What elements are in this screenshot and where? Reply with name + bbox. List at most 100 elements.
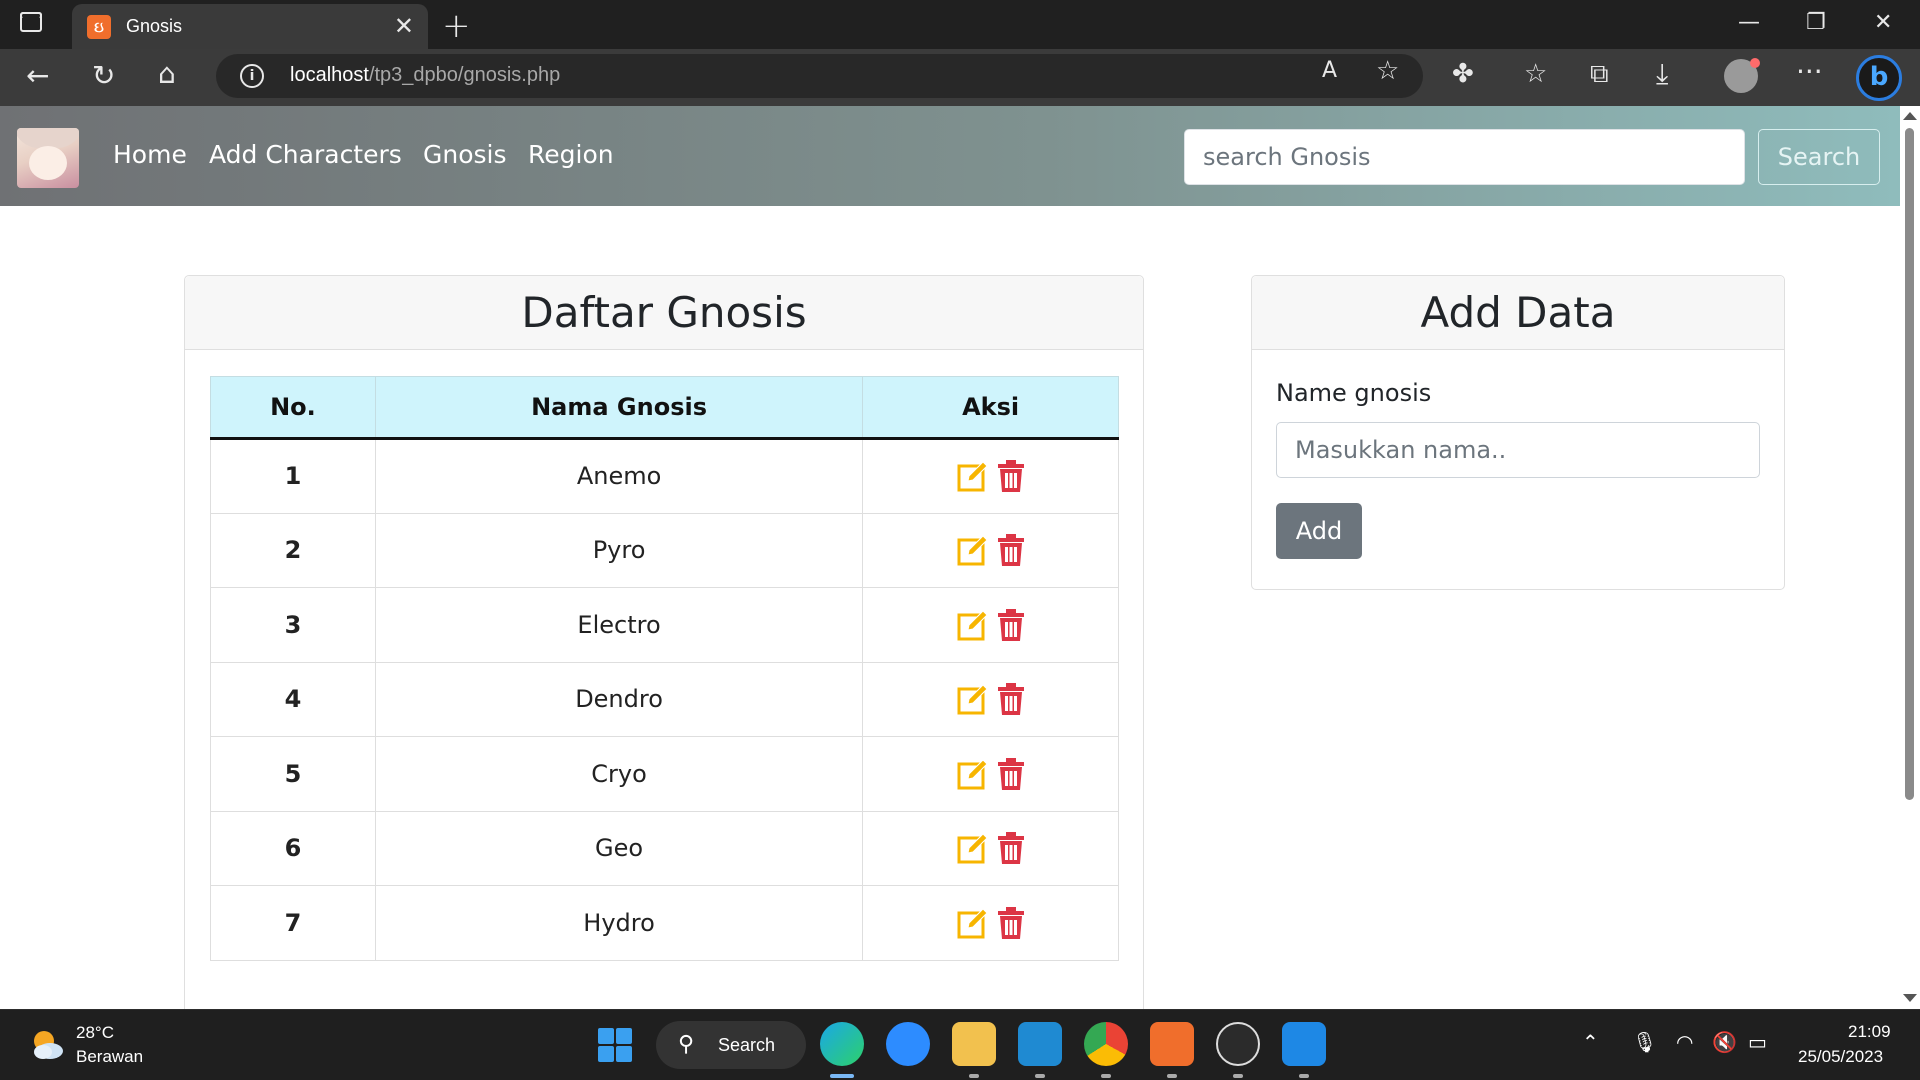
edit-icon[interactable] — [957, 534, 989, 566]
clock-date[interactable]: 25/05/2023 — [1798, 1047, 1883, 1067]
partly-cloudy-icon[interactable] — [30, 1027, 64, 1061]
delete-icon[interactable] — [997, 906, 1025, 939]
site-info-icon[interactable]: i — [240, 64, 264, 88]
collections-icon[interactable]: ⧉ — [1590, 59, 1609, 90]
new-tab-icon[interactable]: + — [442, 6, 471, 46]
nav-gnosis[interactable]: Gnosis — [423, 140, 507, 169]
edit-icon[interactable] — [957, 907, 989, 939]
edge-active-indicator — [830, 1074, 854, 1078]
page-scrollbar[interactable] — [1900, 106, 1920, 1009]
back-icon[interactable]: ← — [26, 59, 49, 92]
delete-icon[interactable] — [997, 460, 1025, 493]
taskbar-search[interactable]: ⚲ Search — [656, 1021, 806, 1069]
edge-app-icon[interactable] — [820, 1022, 864, 1066]
table-row: 3 Electro — [210, 587, 1119, 663]
profile-notification-dot — [1750, 58, 1760, 68]
gnosis-table-body: 1 Anemo 2 Pyro 3 Electro 4 Dendro 5 Cryo 6 Geo 7 Hydr… — [210, 438, 1119, 961]
edit-icon[interactable] — [957, 832, 989, 864]
minimize-icon[interactable]: — — [1738, 10, 1760, 35]
edit-icon[interactable] — [957, 609, 989, 641]
row-gnosis-name: Cryo — [374, 736, 864, 812]
add-data-header: Add Data — [1252, 276, 1784, 350]
vscode-indicator — [1035, 1074, 1045, 1078]
edit-icon[interactable] — [957, 758, 989, 790]
scroll-thumb[interactable] — [1905, 128, 1914, 800]
gnosis-table: No. Nama Gnosis Aksi 1 Anemo 2 Pyro 3 Electro… — [210, 376, 1119, 961]
delete-icon[interactable] — [997, 608, 1025, 641]
extensions-icon[interactable]: ✤ — [1452, 59, 1474, 89]
add-button[interactable]: Add — [1276, 503, 1362, 559]
address-host: localhost — [290, 64, 369, 86]
add-data-title: Add Data — [1420, 288, 1616, 337]
delete-icon[interactable] — [997, 683, 1025, 716]
restore-icon[interactable]: ❐ — [1806, 10, 1826, 35]
file-explorer-icon[interactable] — [952, 1022, 996, 1066]
row-actions — [862, 512, 1119, 588]
add-favorite-icon[interactable]: ☆ — [1376, 56, 1399, 86]
wifi-icon[interactable]: ◠ — [1676, 1030, 1693, 1054]
nav-home[interactable]: Home — [113, 140, 187, 169]
scroll-down-icon[interactable] — [1903, 994, 1917, 1002]
row-gnosis-name: Hydro — [374, 885, 864, 961]
weather-condition: Berawan — [76, 1047, 144, 1066]
table-row: 1 Anemo — [210, 438, 1119, 514]
gnosis-list-header: Daftar Gnosis — [185, 276, 1143, 350]
battery-icon[interactable]: ▭ — [1748, 1030, 1767, 1054]
obs-app-icon[interactable] — [1216, 1022, 1260, 1066]
column-header-aksi: Aksi — [862, 376, 1119, 440]
address-text[interactable]: localhost/tp3_dpbo/gnosis.php — [290, 64, 560, 87]
row-number: 2 — [210, 512, 376, 588]
edit-icon[interactable] — [957, 683, 989, 715]
nav-add-characters[interactable]: Add Characters — [209, 140, 402, 169]
search-input[interactable] — [1184, 129, 1745, 185]
xampp-favicon-icon: ઇ — [87, 15, 111, 39]
browser-tab[interactable]: ઇ Gnosis ✕ — [72, 4, 428, 49]
gnosis-list-title: Daftar Gnosis — [521, 288, 807, 337]
media-player-icon[interactable] — [1282, 1022, 1326, 1066]
volume-muted-icon[interactable]: 🔇 — [1712, 1030, 1737, 1054]
close-tab-icon[interactable]: ✕ — [394, 12, 414, 40]
more-menu-icon[interactable]: ··· — [1796, 55, 1823, 88]
nav-region[interactable]: Region — [528, 140, 614, 169]
scroll-up-icon[interactable] — [1903, 112, 1917, 120]
table-row: 5 Cryo — [210, 736, 1119, 812]
edit-icon[interactable] — [957, 460, 989, 492]
chrome-indicator — [1101, 1074, 1111, 1078]
delete-icon[interactable] — [997, 534, 1025, 567]
browser-toolbar: ← ↻ ⌂ i localhost/tp3_dpbo/gnosis.php A … — [0, 49, 1920, 106]
home-icon[interactable]: ⌂ — [158, 57, 176, 90]
bing-copilot-icon[interactable]: b — [1856, 55, 1902, 101]
weather-temp: 28°C — [76, 1023, 114, 1042]
delete-icon[interactable] — [997, 757, 1025, 790]
row-number: 1 — [210, 438, 376, 514]
clock-time[interactable]: 21:09 — [1848, 1022, 1891, 1042]
row-actions — [862, 810, 1119, 886]
favorites-icon[interactable]: ☆ — [1524, 59, 1547, 89]
row-actions — [862, 587, 1119, 663]
tab-actions-icon[interactable] — [20, 12, 48, 38]
file-explorer-indicator — [969, 1074, 979, 1078]
vscode-app-icon[interactable] — [1018, 1022, 1062, 1066]
site-logo[interactable] — [17, 128, 79, 188]
windows-start-icon[interactable] — [598, 1028, 634, 1064]
add-data-card: Add Data Name gnosis Add — [1251, 275, 1785, 590]
taskbar-search-label: Search — [718, 1035, 776, 1055]
read-aloud-icon[interactable]: A — [1322, 58, 1337, 83]
column-header-no: No. — [210, 376, 376, 440]
row-number: 5 — [210, 736, 376, 812]
search-button[interactable]: Search — [1758, 129, 1880, 185]
xampp-app-icon[interactable] — [1150, 1022, 1194, 1066]
address-bar[interactable]: i localhost/tp3_dpbo/gnosis.php A ☆ — [216, 54, 1423, 98]
zoom-app-icon[interactable] — [886, 1022, 930, 1066]
chevron-up-icon[interactable]: ⌃ — [1582, 1030, 1599, 1054]
chrome-app-icon[interactable] — [1084, 1022, 1128, 1066]
row-number: 6 — [210, 810, 376, 886]
microphone-icon[interactable]: 🎙 — [1632, 1030, 1657, 1054]
downloads-icon[interactable]: ⤓ — [1656, 57, 1668, 91]
row-actions — [862, 438, 1119, 514]
close-window-icon[interactable]: ✕ — [1874, 10, 1892, 35]
refresh-icon[interactable]: ↻ — [92, 59, 115, 92]
name-gnosis-input[interactable] — [1276, 422, 1760, 478]
address-path: /tp3_dpbo/gnosis.php — [368, 64, 561, 86]
delete-icon[interactable] — [997, 832, 1025, 865]
